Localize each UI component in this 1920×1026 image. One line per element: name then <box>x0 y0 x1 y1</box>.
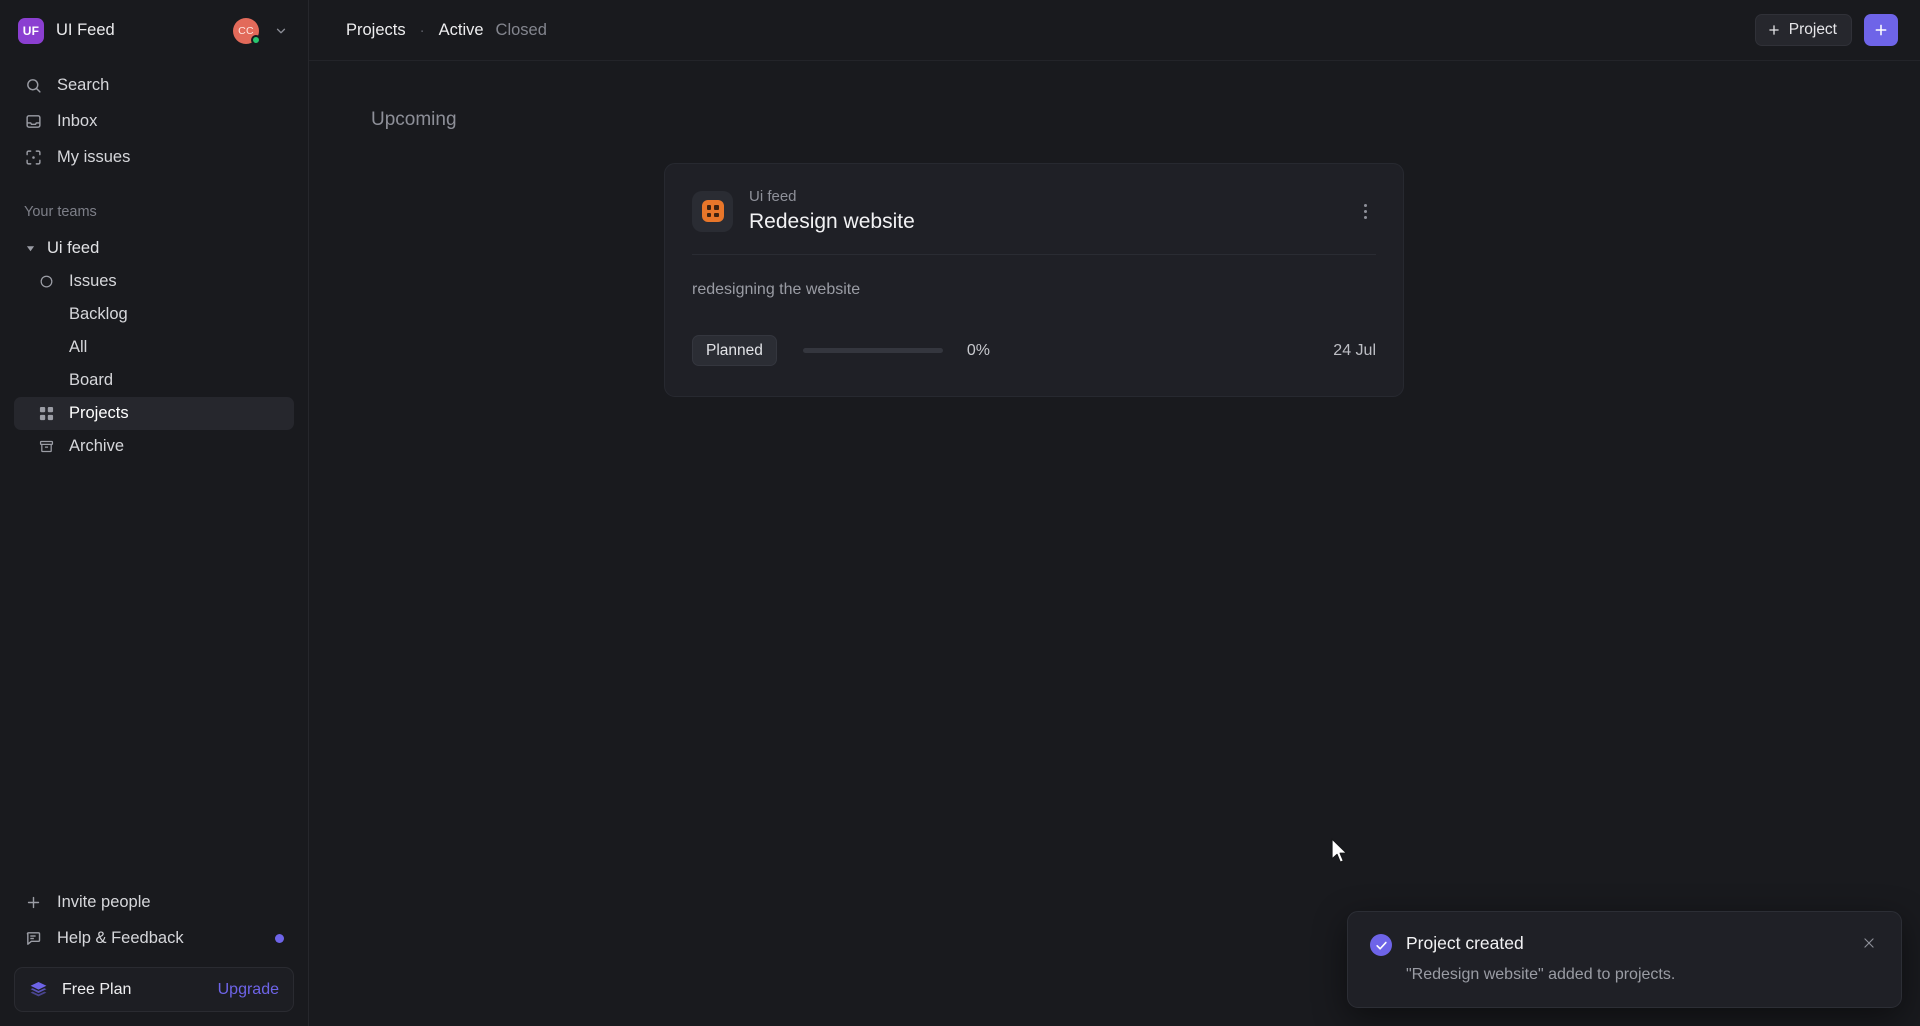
sidebar-item-label: Projects <box>69 404 129 422</box>
target-icon <box>24 148 43 167</box>
sidebar-item-label: Archive <box>69 437 125 455</box>
grid-icon <box>38 405 55 422</box>
toast-notification: Project created "Redesign website" added… <box>1347 911 1902 1008</box>
projects-list: Upcoming Ui feed Redesign website redesi… <box>309 61 1920 1026</box>
sidebar-item-help-feedback[interactable]: Help & Feedback <box>14 920 294 956</box>
triangle-down-icon[interactable] <box>24 242 37 255</box>
sidebar-item-label: Board <box>69 371 114 389</box>
notification-badge-dot <box>275 933 284 943</box>
progress-bar <box>802 348 943 353</box>
sidebar-item-backlog[interactable]: Backlog <box>14 298 294 331</box>
add-button[interactable] <box>1864 14 1898 46</box>
sidebar-item-issues[interactable]: Issues <box>14 265 294 298</box>
workspace-name: UI Feed <box>56 21 115 39</box>
plus-icon <box>24 893 43 912</box>
search-icon <box>24 76 43 95</box>
archive-icon <box>38 438 55 455</box>
progress-percent-label: 0% <box>966 341 991 359</box>
breadcrumb-projects[interactable]: Projects <box>340 17 412 44</box>
circle-icon <box>38 273 55 290</box>
tab-active[interactable]: Active <box>433 17 490 44</box>
plan-card[interactable]: Free Plan Upgrade <box>14 967 294 1012</box>
sidebar-primary-nav: Search Inbox My issues Your teams Ui fee… <box>0 61 308 463</box>
sidebar-item-label: All <box>69 338 88 356</box>
close-icon[interactable] <box>1859 933 1879 953</box>
app-root: UF UI Feed CC Search Inbox My issues You… <box>0 0 1920 1026</box>
sidebar-item-inbox[interactable]: Inbox <box>14 103 294 139</box>
toast-title: Project created <box>1406 933 1524 953</box>
sidebar-team-ui-feed[interactable]: Ui feed <box>14 231 294 265</box>
group-title-upcoming: Upcoming <box>371 109 457 130</box>
kebab-menu-icon[interactable] <box>1351 197 1379 225</box>
chevron-down-icon[interactable] <box>271 21 291 41</box>
sidebar-team-label: Ui feed <box>47 238 100 257</box>
new-project-label: Project <box>1788 21 1837 38</box>
sidebar-item-label: Invite people <box>57 892 151 911</box>
main-area: Projects · Active Closed Project Upcomin… <box>309 0 1920 1026</box>
sidebar-footer: Invite people Help & Feedback Free Plan … <box>0 884 308 1026</box>
sidebar-item-board[interactable]: Board <box>14 364 294 397</box>
grid-square-icon <box>692 190 733 232</box>
avatar[interactable]: CC <box>233 17 261 45</box>
sidebar-section-your-teams: Your teams <box>24 204 97 220</box>
sidebar-item-label: Help & Feedback <box>57 928 184 947</box>
project-card-header: Ui feed Redesign website <box>665 164 1403 254</box>
project-card-footer: Planned 0% 24 Jul <box>665 299 1403 396</box>
sidebar-item-archive[interactable]: Archive <box>14 430 294 463</box>
layers-icon <box>29 980 48 999</box>
sidebar: UF UI Feed CC Search Inbox My issues You… <box>0 0 309 1026</box>
check-circle-icon <box>1370 934 1392 956</box>
presence-dot <box>251 34 261 45</box>
top-bar: Projects · Active Closed Project <box>309 0 1920 61</box>
sidebar-item-my-issues[interactable]: My issues <box>14 139 294 175</box>
breadcrumb: Projects · Active Closed <box>340 17 553 44</box>
toast-message: "Redesign website" added to projects. <box>1406 966 1676 983</box>
sidebar-item-projects[interactable]: Projects <box>14 397 294 430</box>
sidebar-item-label: Backlog <box>69 305 128 323</box>
plus-icon <box>1767 23 1781 37</box>
sidebar-item-all[interactable]: All <box>14 331 294 364</box>
sidebar-item-label: My issues <box>57 147 131 166</box>
project-title: Redesign website <box>749 210 915 233</box>
sidebar-item-invite-people[interactable]: Invite people <box>14 884 294 920</box>
project-team-name: Ui feed <box>749 188 797 205</box>
message-icon <box>24 929 43 948</box>
project-description: redesigning the website <box>692 281 861 298</box>
plus-icon <box>1873 22 1889 38</box>
new-project-button[interactable]: Project <box>1754 14 1852 46</box>
workspace-logo: UF <box>18 17 44 44</box>
tab-closed[interactable]: Closed <box>490 17 553 44</box>
sidebar-item-label: Inbox <box>57 111 98 130</box>
project-card-titles: Ui feed Redesign website <box>749 188 1335 234</box>
upgrade-button[interactable]: Upgrade <box>218 981 279 999</box>
sidebar-item-search[interactable]: Search <box>14 67 294 103</box>
sidebar-item-label: Issues <box>69 272 117 290</box>
plan-name: Free Plan <box>62 980 132 998</box>
due-date: 24 Jul <box>1333 341 1376 359</box>
sidebar-item-label: Search <box>57 75 110 94</box>
status-badge[interactable]: Planned <box>692 335 777 366</box>
breadcrumb-separator: · <box>419 21 425 39</box>
inbox-icon <box>24 112 43 131</box>
project-card[interactable]: Ui feed Redesign website redesigning the… <box>664 163 1404 397</box>
workspace-switcher[interactable]: UF UI Feed CC <box>0 0 308 61</box>
